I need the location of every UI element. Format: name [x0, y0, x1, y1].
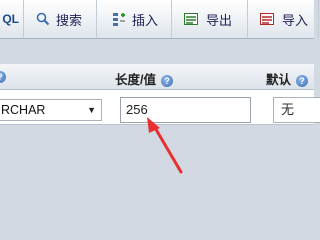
red-annotation-arrow [147, 117, 183, 174]
